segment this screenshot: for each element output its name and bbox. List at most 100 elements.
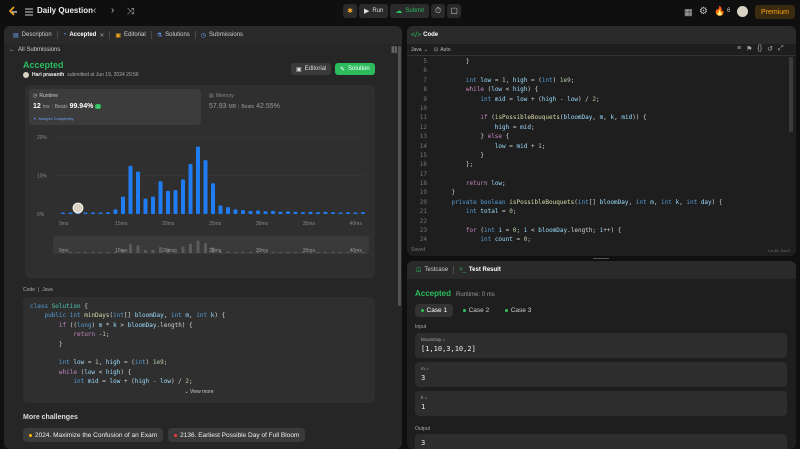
daily-question-title[interactable]: Daily Question (37, 6, 93, 15)
challenge-chip[interactable]: 2136. Earliest Possible Day of Full Bloo… (168, 428, 306, 442)
editorial-button[interactable]: ▣ Editorial (291, 63, 332, 75)
code-line: return -1; (73, 331, 110, 339)
overview-tick-label: 9ms (59, 248, 69, 254)
line-number: 11 (419, 114, 427, 122)
overview-bar (76, 252, 80, 253)
chevron-left-icon[interactable]: ‹ (93, 5, 96, 16)
tab-test-result[interactable]: >_ Test Result (454, 261, 506, 279)
chart-bar (271, 210, 275, 214)
submitted-at: submitted at Jun 19, 2024 20:56 (67, 72, 139, 78)
case-tabs: Case 1 Case 2 Case 3 (415, 304, 537, 317)
chart-bar (61, 212, 65, 214)
chevron-right-icon[interactable]: › (111, 5, 114, 16)
premium-button[interactable]: Premium (755, 5, 796, 19)
reset-icon[interactable]: ↺ (767, 45, 773, 53)
case-tab-1[interactable]: Case 1 (415, 304, 454, 317)
back-to-submissions[interactable]: ← All Submissions (9, 47, 60, 53)
difficulty-dot-icon (29, 433, 32, 437)
pass-dot-icon (463, 309, 466, 312)
my-submission-marker (72, 202, 84, 214)
case-tab-2[interactable]: Case 2 (457, 304, 495, 317)
view-more-button[interactable]: ⌄ View more (23, 389, 375, 395)
chart-bar (248, 210, 253, 214)
debug-button[interactable]: ✱ (343, 3, 357, 18)
settings-icon[interactable]: ⚙ (699, 6, 708, 17)
notes-icon[interactable]: ▢ (447, 3, 462, 18)
overview-bar (91, 252, 95, 253)
overview-tick-label: 20ms (162, 248, 175, 254)
code-line: public int minDays(int[] bloomDay, int m… (44, 312, 226, 320)
chart-bar (353, 212, 358, 214)
editor-status-bar: Saved Ln 45, Col 2 (407, 245, 796, 256)
accepted-icon: ◔ (62, 32, 67, 38)
code-line: int low = 1, high = (int) 1e9; (58, 359, 168, 367)
chevron-down-icon: ⌄ (423, 47, 428, 53)
streak-fire-icon[interactable]: 🔥 (714, 6, 725, 17)
editor-scrollbar[interactable] (789, 57, 793, 245)
challenge-chip[interactable]: 2024. Maximize the Confusion of an Exam (23, 428, 164, 442)
shuffle-icon[interactable]: ⤨ (127, 6, 134, 17)
overview-bar (174, 248, 177, 253)
user-name[interactable]: Hari prasanth (32, 72, 64, 78)
tab-submissions[interactable]: ◷ Submissions (196, 26, 248, 44)
runtime-card[interactable]: ◷ Runtime 12 ms | Beats 99.94% ✓ ✦ Analyze… (29, 89, 201, 125)
memory-value: 57.93 (209, 103, 227, 110)
code-editor[interactable]: 5 6 7 8 9 10 11 12 13 14 15 16 17 18 19 20 21 22 23 24 } in… (407, 57, 796, 245)
chart-bar (263, 211, 268, 214)
difficulty-dot-icon (174, 433, 178, 437)
avatar[interactable] (737, 6, 748, 17)
chart-bar (158, 181, 163, 214)
bookmark-icon[interactable]: ⚑ (746, 45, 752, 53)
code-line: } else { (437, 133, 510, 141)
language-selector[interactable]: Java ⌄ (411, 47, 428, 53)
line-number: 8 (423, 86, 427, 94)
timer-icon[interactable]: ⏱ (431, 3, 446, 18)
code-line: } (437, 189, 456, 197)
layout-grid-icon[interactable]: ▦ (684, 7, 693, 18)
submit-button[interactable]: ☁ Submit (390, 3, 430, 18)
tab-testcase[interactable]: ☑ Testcase (411, 261, 453, 279)
chart-bar (113, 209, 118, 214)
expand-icon[interactable]: ⤢ (778, 45, 784, 53)
line-number: 12 (419, 123, 427, 131)
code-line: low = mid + 1; (494, 142, 546, 150)
memory-beats-label: Beats (241, 104, 255, 110)
line-number: 15 (419, 151, 427, 159)
chart-bar (293, 211, 298, 214)
code-lang: Java (42, 287, 53, 293)
tab-solutions[interactable]: ⚗ Solutions (152, 26, 195, 44)
overview-bar (84, 252, 87, 253)
analyze-complexity-link[interactable]: ✦ Analyze Complexity (33, 116, 73, 121)
code-line: }; (437, 161, 474, 169)
close-icon[interactable]: ✕ (99, 32, 104, 39)
logo-icon[interactable] (7, 6, 19, 18)
solution-button[interactable]: ✎ Solution (335, 63, 375, 75)
tab-description[interactable]: ▤ Description (8, 26, 57, 44)
submitted-code-block[interactable]: class Solution { public int minDays(int[… (23, 297, 375, 403)
auto-mode[interactable]: ⊡ Auto (434, 47, 451, 53)
format-icon[interactable]: ≡ (737, 45, 741, 53)
case-tab-3[interactable]: Case 3 (499, 304, 537, 317)
overview-bar (69, 252, 72, 253)
tab-editorial[interactable]: ▣ Editorial (110, 26, 150, 44)
input-name: bloomDay = (421, 337, 446, 342)
code-line: int count = 0; (480, 236, 531, 244)
line-number: 16 (419, 161, 427, 169)
input-label: Input (415, 324, 427, 330)
run-button[interactable]: ▶ Run (359, 3, 389, 18)
memory-card[interactable]: ▤ Memory 57.93 MB | Beats 42.55% (205, 89, 370, 125)
chart-bar (83, 212, 88, 214)
braces-icon[interactable]: {} (757, 45, 762, 53)
chart-bar (98, 212, 103, 214)
editorial-icon: ▣ (296, 66, 302, 73)
solutions-icon: ⚗ (156, 32, 163, 39)
vertical-splitter[interactable] (402, 26, 406, 449)
tab-accepted[interactable]: ◔ Accepted ✕ (58, 26, 110, 44)
runtime-distribution-chart[interactable]: 20% 10% 0% 9ms 15ms 20ms 25ms 30ms 35ms 40ms 9ms 15… (25, 126, 375, 278)
line-number: 18 (419, 180, 427, 188)
overview-tick-label: 15ms (115, 248, 128, 254)
code-tab-title[interactable]: Code (423, 32, 438, 38)
problem-list-icon[interactable] (24, 7, 34, 17)
chart-bar (233, 209, 238, 214)
